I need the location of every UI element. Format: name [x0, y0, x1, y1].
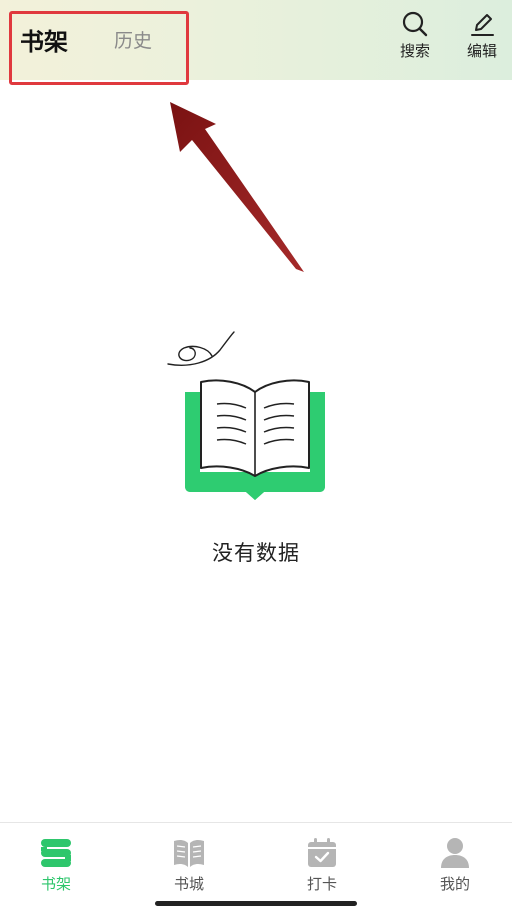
- nav-label-checkin: 打卡: [306, 875, 337, 893]
- empty-book-illustration: [167, 331, 325, 500]
- search-label: 搜索: [399, 42, 430, 60]
- nav-label-bookshelf: 书架: [40, 875, 71, 893]
- nav-item-checkin[interactable]: 打卡: [282, 837, 362, 894]
- bottom-nav: 书架 书城 打卡 我的: [0, 822, 512, 907]
- search-button[interactable]: 搜索: [390, 10, 440, 61]
- edit-label: 编辑: [466, 42, 497, 60]
- empty-state-text: 没有数据: [212, 541, 300, 565]
- nav-item-bookshelf[interactable]: 书架: [16, 837, 96, 894]
- bookshelf-icon: [41, 839, 71, 867]
- top-header: 书架 历史 搜索 编辑: [0, 0, 512, 85]
- edit-icon: [471, 14, 494, 36]
- calendar-check-icon: [308, 838, 336, 867]
- nav-label-profile: 我的: [439, 875, 470, 893]
- home-indicator: [155, 901, 357, 906]
- search-icon: [402, 11, 428, 37]
- highlight-box: [9, 11, 189, 85]
- nav-label-bookstore: 书城: [173, 875, 204, 893]
- profile-icon: [441, 838, 469, 868]
- edit-button[interactable]: 编辑: [457, 10, 507, 61]
- nav-item-profile[interactable]: 我的: [415, 837, 495, 894]
- book-store-icon: [174, 839, 204, 867]
- nav-item-bookstore[interactable]: 书城: [149, 837, 229, 894]
